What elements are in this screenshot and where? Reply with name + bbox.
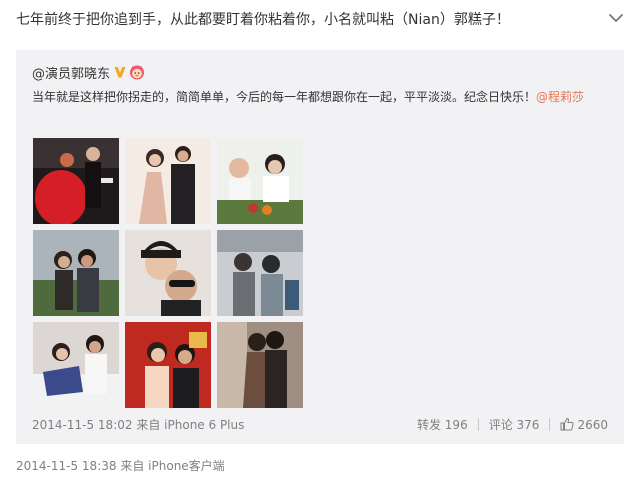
photo-thumbnail-1[interactable] — [33, 138, 119, 224]
repost-author-link[interactable]: @演员郭晓东 — [32, 63, 110, 82]
action-divider — [477, 418, 479, 431]
thumbs-up-icon — [560, 417, 574, 431]
repost-body: 当年就是这样把你拐走的，简简单单，今后的每一年都想跟你在一起，平平淡淡。纪念日快… — [32, 90, 537, 104]
photo-thumbnail-3[interactable] — [217, 138, 303, 224]
repost-source-prefix: 来自 — [136, 418, 161, 432]
repost-meta: 2014-11-5 18:02 来自 iPhone 6 Plus — [32, 416, 244, 433]
like-count: 2660 — [577, 418, 608, 432]
post-timestamp[interactable]: 2014-11-5 18:38 — [16, 459, 117, 473]
photo-thumbnail-8[interactable] — [125, 322, 211, 408]
mention-link[interactable]: @程莉莎 — [536, 90, 584, 104]
post-source-link[interactable]: iPhone客户端 — [148, 459, 225, 473]
comment-count-button[interactable]: 评论 376 — [489, 416, 540, 433]
photo-thumbnail-6[interactable] — [217, 230, 303, 316]
emoji-badge-icon — [130, 65, 145, 80]
photo-thumbnail-2[interactable] — [125, 138, 211, 224]
photo-thumbnail-4[interactable] — [33, 230, 119, 316]
post-text: 七年前终于把你追到手，从此都要盯着你粘着你，小名就叫粘（Nian）郭糕子！ — [16, 12, 510, 28]
post-source-prefix: 来自 — [120, 459, 145, 473]
post-meta: 2014-11-5 18:38 来自 iPhone客户端 — [16, 457, 225, 474]
photo-thumbnail-5[interactable] — [125, 230, 211, 316]
repost-box: @演员郭晓东 当年就是这样把你拐走的，简简单单，今后的每一年都想跟你在一起，平平… — [16, 50, 624, 444]
photo-thumbnail-7[interactable] — [33, 322, 119, 408]
repost-footer: 2014-11-5 18:02 来自 iPhone 6 Plus 转发 196 … — [32, 414, 608, 434]
repost-timestamp[interactable]: 2014-11-5 18:02 — [32, 418, 133, 432]
repost-author-row: @演员郭晓东 — [32, 62, 145, 82]
like-button[interactable]: 2660 — [560, 417, 608, 432]
repost-actions: 转发 196 评论 376 2660 — [417, 416, 608, 433]
action-divider — [549, 418, 551, 431]
repost-text: 当年就是这样把你拐走的，简简单单，今后的每一年都想跟你在一起，平平淡淡。纪念日快… — [32, 87, 607, 107]
repost-source-link[interactable]: iPhone 6 Plus — [164, 418, 244, 432]
photo-thumbnail-9[interactable] — [217, 322, 303, 408]
verified-v-icon — [114, 67, 126, 78]
repost-count-button[interactable]: 转发 196 — [417, 416, 468, 433]
chevron-down-icon[interactable] — [606, 8, 626, 28]
